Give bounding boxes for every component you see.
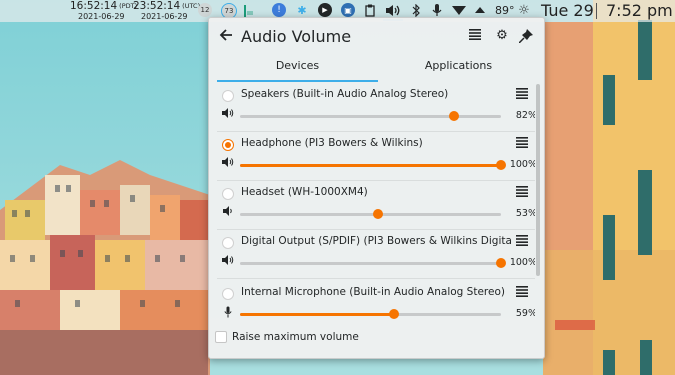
tab-bar: Devices Applications bbox=[217, 56, 539, 82]
device-row: Speakers (Built-in Audio Analog Stereo) 8… bbox=[217, 84, 535, 132]
speaker-icon[interactable] bbox=[221, 157, 235, 170]
speaker-low-icon[interactable] bbox=[221, 206, 235, 219]
show-hidden-icons-icon[interactable] bbox=[473, 3, 487, 17]
clipboard-icon[interactable] bbox=[363, 3, 377, 17]
device-menu-icon[interactable] bbox=[516, 88, 528, 102]
volume-slider[interactable] bbox=[240, 160, 506, 170]
tab-applications[interactable]: Applications bbox=[378, 56, 539, 80]
popup-header: Audio Volume ⚙ bbox=[209, 18, 544, 56]
local-time: 16:52:14 bbox=[70, 0, 118, 12]
device-name: Speakers (Built-in Audio Analog Stereo) bbox=[241, 88, 449, 100]
popup-title: Audio Volume bbox=[241, 27, 352, 46]
bluetooth-device-icon[interactable] bbox=[409, 3, 423, 17]
network-wifi-icon[interactable] bbox=[452, 3, 466, 17]
device-default-radio[interactable] bbox=[222, 288, 234, 300]
audio-volume-popup: Audio Volume ⚙ Devices Applications Spea… bbox=[208, 17, 545, 359]
device-separator bbox=[217, 278, 535, 279]
weather-sun-icon[interactable]: ☼ bbox=[517, 3, 531, 18]
volume-percent: 100% bbox=[509, 159, 535, 170]
raise-max-volume-option[interactable]: Raise maximum volume bbox=[215, 331, 359, 343]
configure-gear-icon[interactable]: ⚙ bbox=[495, 29, 509, 43]
device-separator bbox=[217, 229, 535, 230]
volume-slider-fill bbox=[240, 164, 501, 167]
volume-percent: 82% bbox=[515, 110, 535, 121]
volume-percent: 53% bbox=[515, 208, 535, 219]
device-name: Headset (WH-1000XM4) bbox=[241, 186, 368, 198]
speaker-icon[interactable] bbox=[221, 255, 235, 268]
hamburger-menu-icon[interactable] bbox=[468, 29, 482, 43]
device-row: Digital Output (S/PDIF) (PI3 Bowers & Wi… bbox=[217, 231, 535, 279]
device-name: Internal Microphone (Built-in Audio Anal… bbox=[241, 286, 505, 298]
panel-time[interactable]: 7:52 pm bbox=[606, 1, 673, 20]
raise-max-volume-label: Raise maximum volume bbox=[232, 331, 359, 343]
kde-connect-icon[interactable]: ▣ bbox=[341, 3, 355, 17]
notification-icon[interactable]: ! bbox=[272, 3, 286, 17]
back-arrow-icon[interactable] bbox=[219, 27, 233, 46]
device-default-radio[interactable] bbox=[222, 139, 234, 151]
temperature[interactable]: 89° bbox=[495, 4, 515, 17]
volume-slider[interactable] bbox=[240, 309, 501, 319]
device-default-radio[interactable] bbox=[222, 188, 234, 200]
device-menu-icon[interactable] bbox=[516, 137, 528, 151]
cpu-badge-value: 12 bbox=[200, 6, 210, 14]
device-row: Internal Microphone (Built-in Audio Anal… bbox=[217, 282, 535, 330]
device-row: Headset (WH-1000XM4) 53% bbox=[217, 182, 535, 230]
device-menu-icon[interactable] bbox=[516, 186, 528, 200]
utc-clock[interactable]: 23:52:14 (UTC) 2021-06-29 bbox=[133, 1, 200, 22]
volume-tray-icon[interactable] bbox=[384, 3, 402, 17]
volume-slider[interactable] bbox=[240, 258, 506, 268]
volume-slider[interactable] bbox=[240, 209, 501, 219]
volume-slider-fill bbox=[240, 313, 394, 316]
device-menu-icon[interactable] bbox=[516, 235, 528, 249]
volume-slider-handle[interactable] bbox=[496, 160, 506, 170]
cpu-badge[interactable]: 12 bbox=[198, 3, 212, 17]
media-player-icon[interactable]: ▶ bbox=[318, 3, 332, 17]
volume-percent: 59% bbox=[515, 308, 535, 319]
device-separator bbox=[217, 131, 535, 132]
device-name: Digital Output (S/PDIF) (PI3 Bowers & Wi… bbox=[241, 235, 511, 247]
microphone-icon[interactable] bbox=[221, 306, 235, 321]
volume-slider-handle[interactable] bbox=[373, 209, 384, 219]
utc-time: 23:52:14 bbox=[133, 0, 181, 12]
panel-day[interactable]: Tue 29 bbox=[541, 1, 594, 20]
raise-max-volume-checkbox[interactable] bbox=[215, 331, 227, 343]
local-clock[interactable]: 16:52:14 (PDT) 2021-06-29 bbox=[70, 1, 137, 22]
device-name: Headphone (PI3 Bowers & Wilkins) bbox=[241, 137, 423, 149]
device-list-scrollbar[interactable] bbox=[536, 84, 540, 276]
memory-badge-value: 73 bbox=[224, 7, 234, 15]
volume-percent: 100% bbox=[509, 257, 535, 268]
volume-slider-handle[interactable] bbox=[449, 111, 460, 121]
utc-date: 2021-06-29 bbox=[141, 12, 188, 21]
tab-devices[interactable]: Devices bbox=[217, 56, 378, 82]
system-monitor-icon[interactable] bbox=[241, 3, 255, 17]
volume-slider[interactable] bbox=[240, 111, 501, 121]
device-row: Headphone (PI3 Bowers & Wilkins) 100% bbox=[217, 133, 535, 181]
device-default-radio[interactable] bbox=[222, 90, 234, 102]
local-date: 2021-06-29 bbox=[78, 12, 125, 21]
panel-divider bbox=[596, 3, 597, 19]
speaker-icon[interactable] bbox=[221, 108, 235, 121]
device-default-radio[interactable] bbox=[222, 237, 234, 249]
device-separator bbox=[217, 180, 535, 181]
microphone-tray-icon[interactable] bbox=[430, 3, 444, 17]
pin-icon[interactable] bbox=[518, 29, 533, 44]
volume-slider-handle[interactable] bbox=[496, 258, 506, 268]
device-menu-icon[interactable] bbox=[516, 286, 528, 300]
bluetooth-icon[interactable]: ✱ bbox=[295, 3, 309, 17]
volume-slider-handle[interactable] bbox=[388, 309, 399, 319]
device-list: Speakers (Built-in Audio Analog Stereo) 8… bbox=[217, 82, 535, 332]
